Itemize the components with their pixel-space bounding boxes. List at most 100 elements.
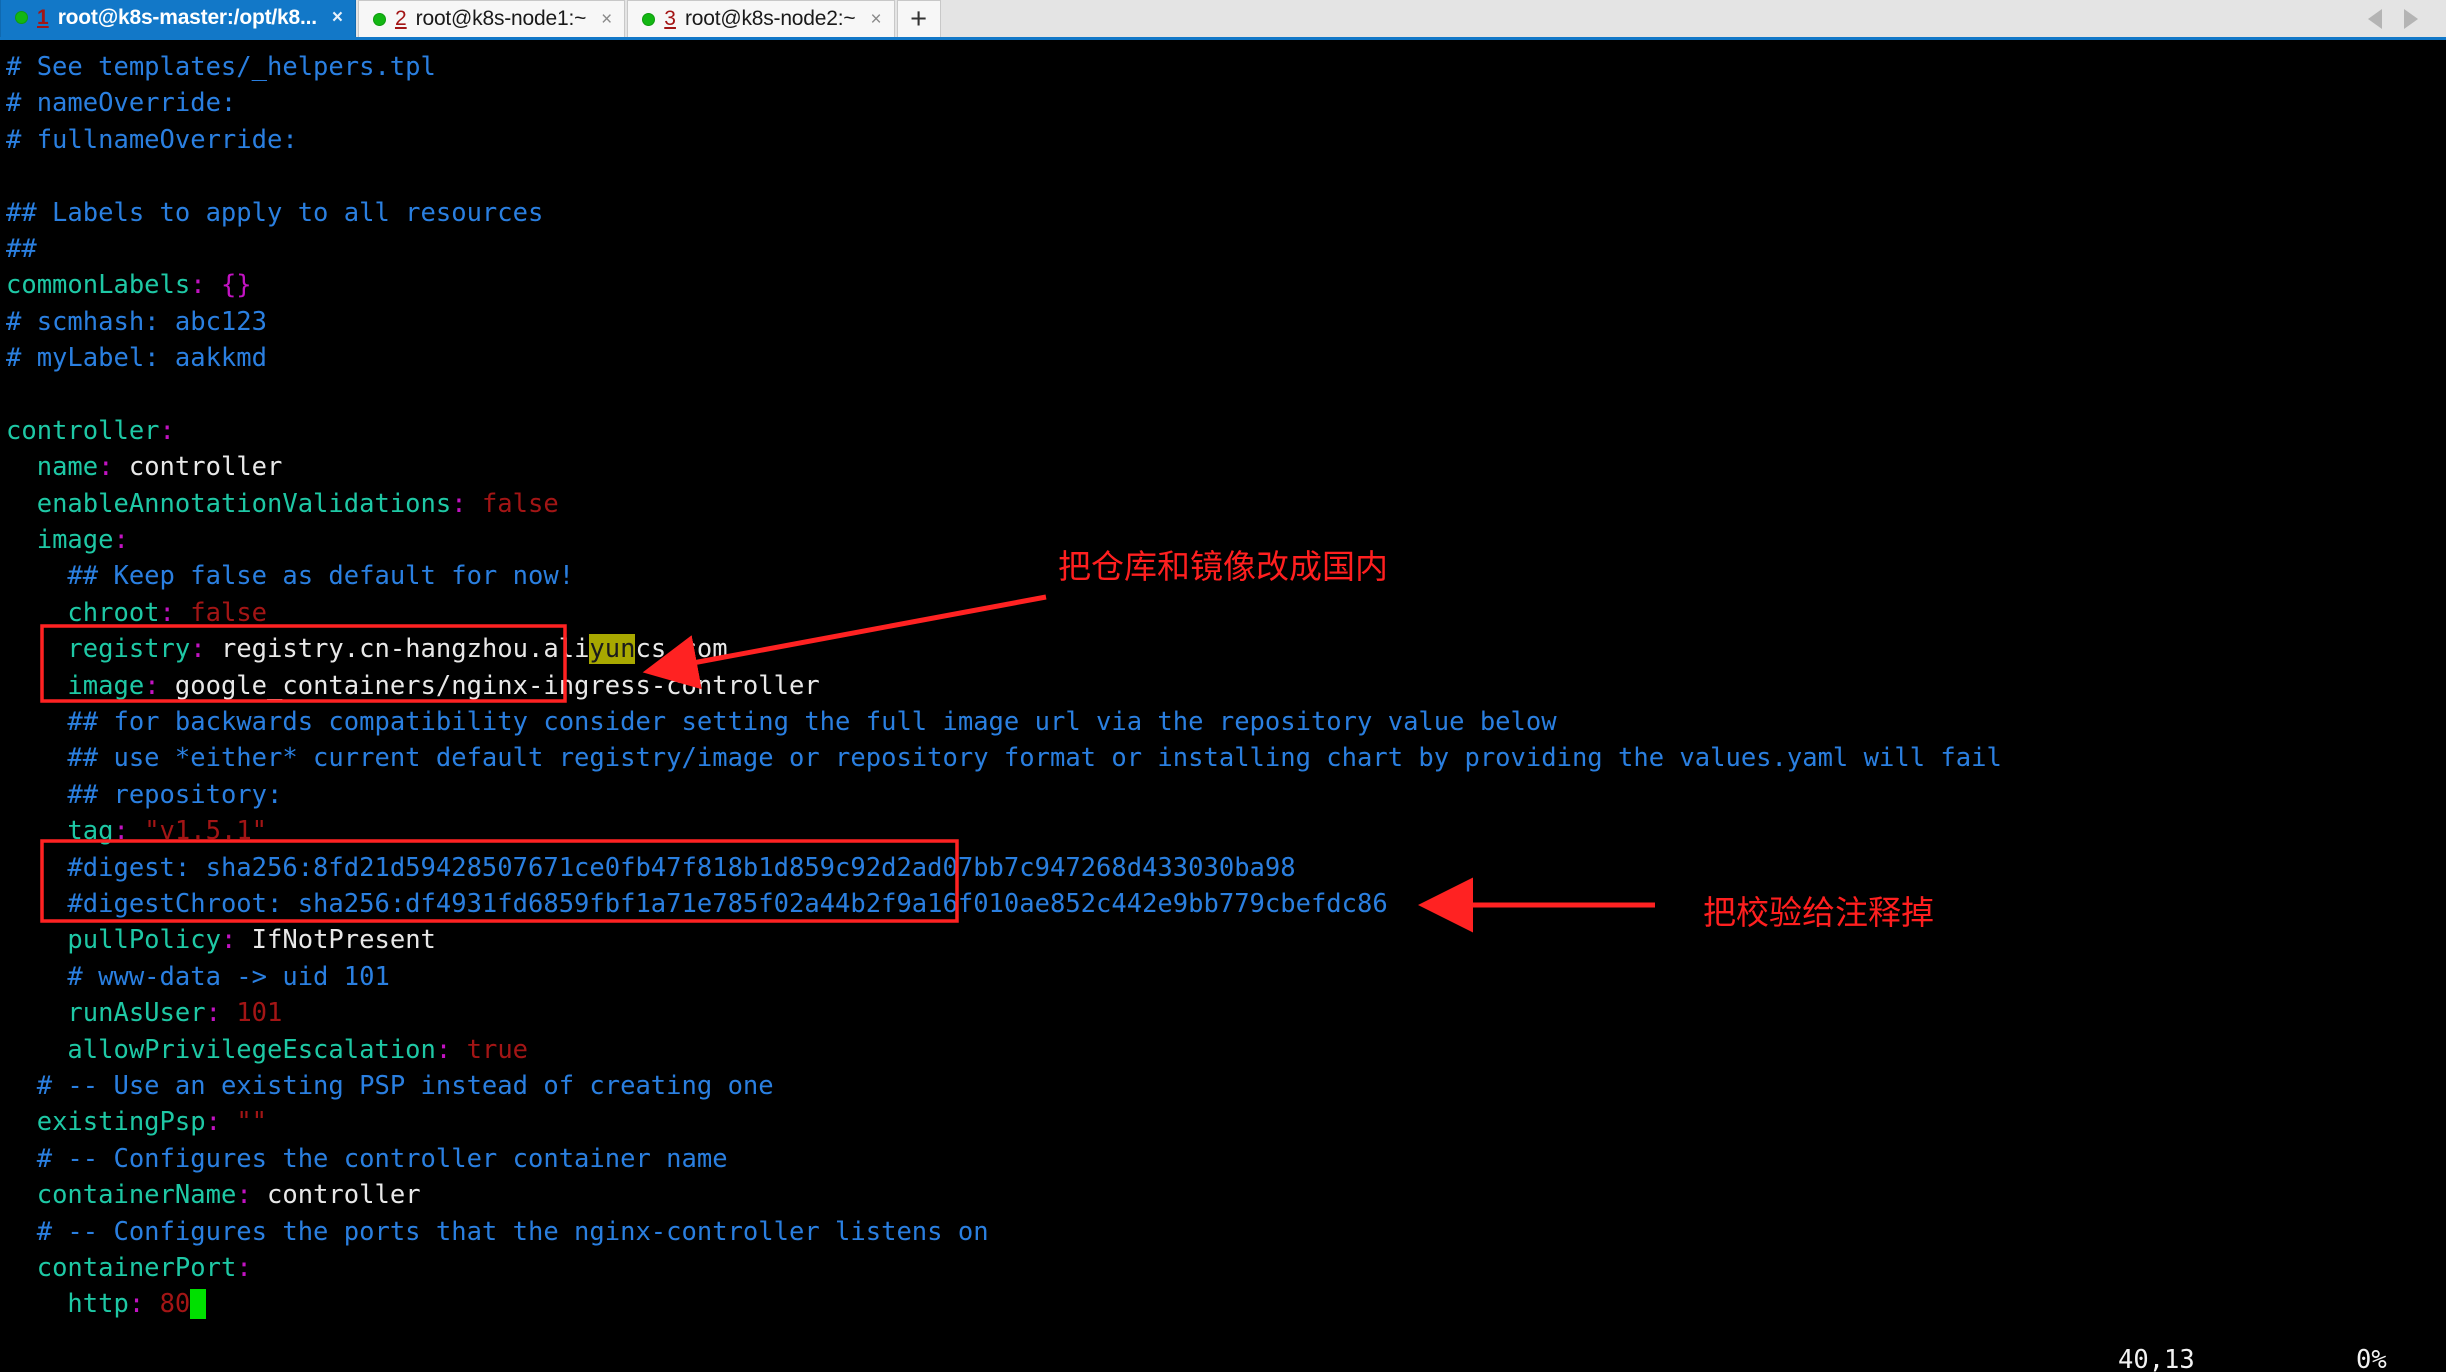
code-token: # scmhash: abc123 — [6, 306, 267, 337]
code-line: containerPort: — [6, 1250, 2446, 1286]
tab-bar-spacer — [941, 36, 2368, 37]
code-token: : — [113, 816, 129, 847]
code-line: # scmhash: abc123 — [6, 304, 2446, 340]
code-token: #digest: sha256:8fd21d59428507671ce0fb47… — [67, 852, 1296, 883]
terminal-tab-2[interactable]: 2 root@k8s-node1:~ × — [357, 0, 626, 37]
code-token: : — [236, 1252, 252, 1283]
code-token: # -- Configures the controller container… — [36, 1143, 728, 1174]
code-token: http — [67, 1289, 129, 1320]
code-token: containerName — [36, 1180, 237, 1211]
code-token: chroot — [67, 597, 160, 628]
tab-number: 2 — [394, 7, 407, 30]
code-token: yun — [589, 634, 636, 665]
code-line: enableAnnotationValidations: false — [6, 486, 2446, 522]
code-token: # www-data -> uid 101 — [67, 961, 390, 992]
code-token: {} — [220, 270, 252, 301]
code-token: IfNotPresent — [236, 925, 436, 956]
code-token: ## Keep false as default for now! — [67, 561, 575, 592]
code-token: : — [144, 670, 160, 701]
code-token: 80 — [159, 1289, 191, 1320]
code-line: existingPsp: "" — [6, 1104, 2446, 1140]
code-line: image: — [6, 522, 2446, 558]
code-line: ## for backwards compatibility consider … — [6, 704, 2446, 740]
code-line: containerName: controller — [6, 1177, 2446, 1213]
code-token: allowPrivilegeEscalation — [67, 1034, 436, 1065]
tab-number: 1 — [37, 5, 49, 29]
code-line: ## — [6, 231, 2446, 267]
code-token: "v1.5.1" — [144, 816, 268, 847]
terminal-tab-1[interactable]: 1 root@k8s-master:/opt/k8... × — [0, 0, 356, 37]
tab-bar: 1 root@k8s-master:/opt/k8... × 2 root@k8… — [0, 0, 2446, 40]
code-line: # fullnameOverride: — [6, 122, 2446, 158]
code-token: # -- Use an existing PSP instead of crea… — [36, 1070, 774, 1101]
code-line: # See templates/_helpers.tpl — [6, 49, 2446, 85]
code-line: controller: — [6, 413, 2446, 449]
code-line: name: controller — [6, 449, 2446, 485]
code-line: #digestChroot: sha256:df4931fd6859fbf1a7… — [6, 886, 2446, 922]
code-token: : — [190, 270, 206, 301]
code-token: image — [67, 670, 145, 701]
code-token: 101 — [236, 998, 283, 1029]
code-token: ## use *either* current default registry… — [67, 743, 2002, 774]
new-tab-button[interactable]: + — [896, 0, 941, 37]
code-token: enableAnnotationValidations — [36, 488, 452, 519]
code-token: false — [190, 597, 268, 628]
code-line: # -- Use an existing PSP instead of crea… — [6, 1068, 2446, 1104]
code-line: chroot: false — [6, 595, 2446, 631]
code-line: ## use *either* current default registry… — [6, 740, 2446, 776]
code-token: : — [159, 415, 175, 446]
tab-title: root@k8s-node2:~ — [684, 7, 856, 30]
close-icon[interactable]: × — [870, 10, 881, 29]
code-token: cs.com — [635, 634, 728, 665]
vim-mode-indicator: -- 插入 -- — [6, 1342, 171, 1372]
code-token: existingPsp — [36, 1107, 206, 1138]
tab-number: 3 — [664, 7, 676, 30]
code-line: allowPrivilegeEscalation: true — [6, 1032, 2446, 1068]
code-token: # myLabel: aakkmd — [6, 343, 267, 374]
vim-cursor-position: 40,13 — [2118, 1345, 2195, 1372]
code-token: # See templates/_helpers.tpl — [6, 52, 436, 82]
code-token: : — [205, 1107, 221, 1138]
code-line: # www-data -> uid 101 — [6, 959, 2446, 995]
tab-title: root@k8s-master:/opt/k8... — [57, 5, 317, 29]
code-line: # -- Configures the ports that the nginx… — [6, 1214, 2446, 1250]
code-token: ## Labels to apply to all resources — [6, 197, 544, 228]
code-line: # nameOverride: — [6, 85, 2446, 121]
code-token: controller — [6, 415, 160, 446]
code-token: : — [98, 452, 114, 483]
triangle-left-icon[interactable] — [2368, 9, 2382, 29]
vim-text-buffer[interactable]: # See templates/_helpers.tpl # nameOverri… — [6, 49, 2446, 1323]
tab-scroll-controls — [2368, 9, 2446, 37]
code-line: #digest: sha256:8fd21d59428507671ce0fb47… — [6, 850, 2446, 886]
close-icon[interactable]: × — [332, 8, 343, 27]
code-token: ## repository: — [67, 779, 283, 810]
terminal-screen[interactable]: # See templates/_helpers.tpl # nameOverri… — [0, 43, 2446, 1372]
triangle-right-icon[interactable] — [2404, 9, 2418, 29]
tab-title: root@k8s-node1:~ — [415, 7, 587, 30]
code-token: tag — [67, 816, 114, 847]
code-token: containerPort — [36, 1252, 237, 1283]
code-token: registry — [67, 634, 191, 665]
code-token: # fullnameOverride: — [6, 124, 298, 155]
code-line: commonLabels: {} — [6, 267, 2446, 303]
vim-scroll-percent: 0% — [2356, 1345, 2387, 1372]
code-token: # -- Configures the ports that the nginx… — [36, 1216, 989, 1247]
code-token: name — [36, 452, 99, 483]
code-token: : — [128, 1289, 145, 1320]
code-line: ## repository: — [6, 777, 2446, 813]
tab-status-dot-icon — [372, 12, 386, 26]
code-line: tag: "v1.5.1" — [6, 813, 2446, 849]
close-icon[interactable]: × — [601, 10, 612, 29]
code-line: ## Labels to apply to all resources — [6, 195, 2446, 231]
terminal-tab-3[interactable]: 3 root@k8s-node2:~ × — [627, 0, 895, 37]
code-token: false — [481, 488, 559, 519]
code-line: http: 80 — [6, 1286, 2446, 1322]
code-token: : — [435, 1034, 452, 1065]
